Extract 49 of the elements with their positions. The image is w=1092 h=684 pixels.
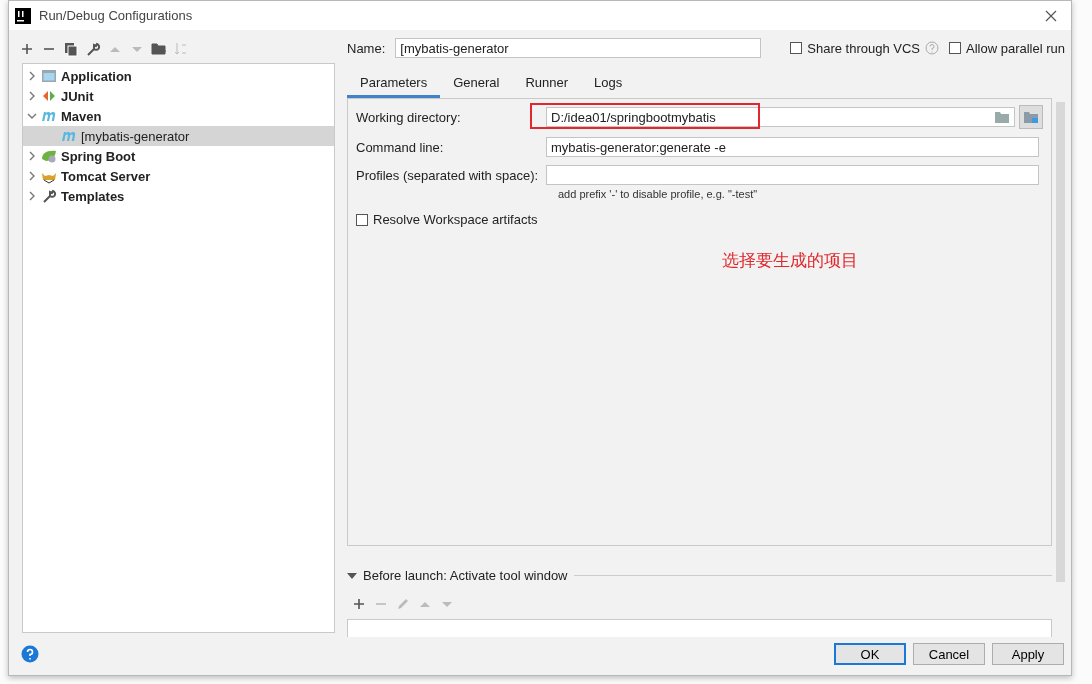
dialog-button[interactable]: Cancel bbox=[913, 643, 985, 665]
input-field[interactable]: mybatis-generator:generate -e bbox=[546, 137, 1039, 157]
add-folder-icon[interactable] bbox=[151, 41, 167, 57]
close-icon[interactable] bbox=[1045, 9, 1057, 22]
window-icon bbox=[41, 68, 57, 84]
checkbox-label[interactable]: Resolve Workspace artifacts bbox=[373, 212, 538, 227]
browse-button[interactable] bbox=[1019, 105, 1043, 129]
app-logo-icon bbox=[15, 7, 31, 24]
tree-item[interactable]: Tomcat Server bbox=[23, 166, 334, 186]
dialog-button[interactable]: OK bbox=[834, 643, 906, 665]
dialog-button[interactable]: Apply bbox=[992, 643, 1064, 665]
copy-icon[interactable] bbox=[63, 41, 79, 57]
tab[interactable]: Logs bbox=[581, 70, 636, 98]
field-label: Profiles (separated with space): bbox=[356, 167, 540, 183]
window-title: Run/Debug Configurations bbox=[39, 8, 194, 23]
input-field[interactable]: D:/idea01/springbootmybatis bbox=[546, 107, 1015, 127]
add-icon[interactable] bbox=[19, 41, 35, 57]
tree-item[interactable]: Application bbox=[23, 66, 334, 86]
hint-text: add prefix '-' to disable profile, e.g. "-test" bbox=[558, 188, 759, 200]
diamond-arrows-icon bbox=[41, 88, 57, 104]
add-icon[interactable] bbox=[351, 596, 367, 612]
tree-item[interactable]: JUnit bbox=[23, 86, 334, 106]
wrench-icon[interactable] bbox=[85, 41, 101, 57]
tree-item[interactable]: Templates bbox=[23, 186, 334, 206]
section-title[interactable]: Before launch: Activate tool window bbox=[363, 568, 568, 583]
leaf-icon bbox=[41, 148, 57, 164]
field-label: Command line: bbox=[356, 139, 445, 155]
scrollbar[interactable] bbox=[1056, 102, 1065, 582]
checkbox-label[interactable]: Allow parallel run bbox=[966, 40, 1065, 56]
checkbox-label[interactable]: Share through VCS bbox=[807, 40, 920, 56]
tree-item[interactable]: Maven bbox=[23, 106, 334, 126]
checkbox[interactable] bbox=[949, 42, 961, 54]
checkbox[interactable] bbox=[790, 42, 803, 54]
wrench-icon bbox=[41, 188, 57, 204]
annotation-text: 选择要生成的项目 bbox=[722, 250, 859, 272]
tree-item[interactable]: [mybatis-generator bbox=[23, 126, 334, 146]
input-field[interactable] bbox=[546, 165, 1039, 185]
folder-icon[interactable] bbox=[994, 110, 1010, 124]
tree-item[interactable]: Spring Boot bbox=[23, 146, 334, 166]
collapse-triangle-icon[interactable] bbox=[347, 571, 357, 580]
field-label: Working directory: bbox=[356, 109, 462, 125]
tab[interactable]: Runner bbox=[512, 70, 582, 98]
folder-icon bbox=[1023, 110, 1039, 124]
help-icon[interactable] bbox=[21, 645, 39, 663]
name-label: Name: bbox=[347, 40, 386, 56]
chevron-down-icon[interactable] bbox=[27, 111, 37, 121]
checkbox[interactable] bbox=[356, 213, 368, 226]
tab[interactable]: General bbox=[440, 70, 513, 98]
name-field[interactable]: [mybatis-generator bbox=[395, 38, 762, 58]
